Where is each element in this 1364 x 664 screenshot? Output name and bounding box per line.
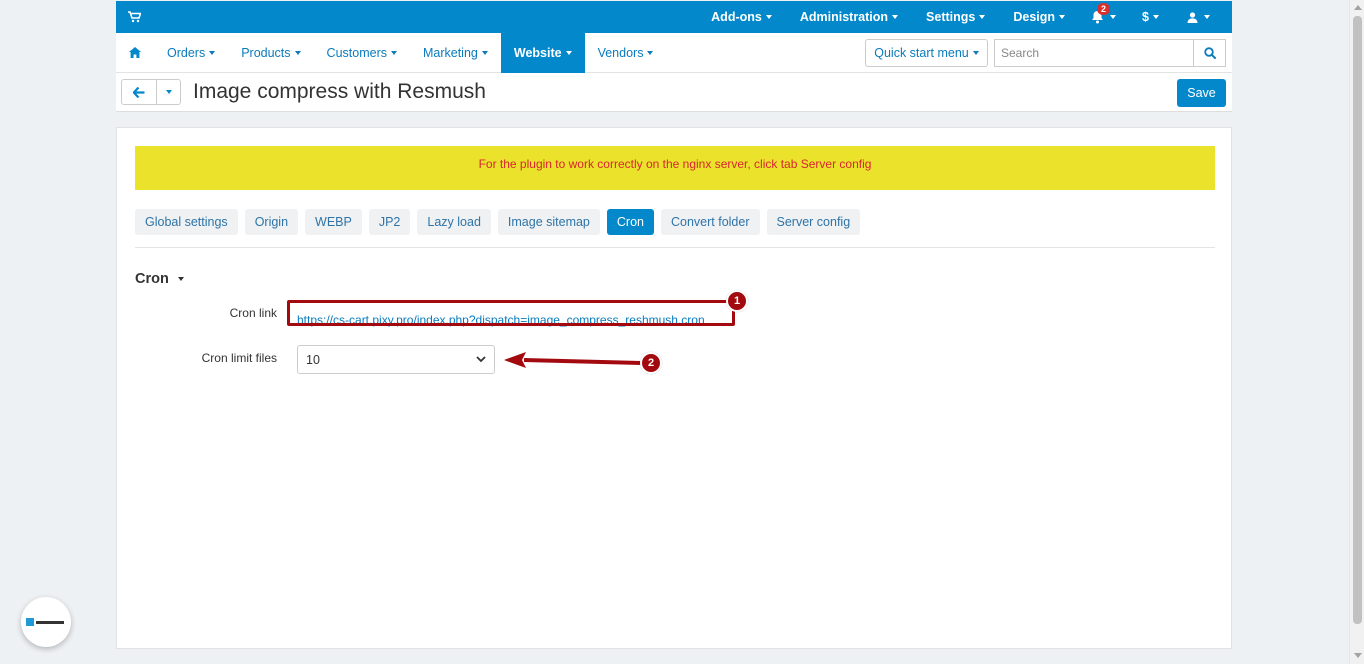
cron-link-label: Cron link: [229, 306, 277, 320]
save-button[interactable]: Save: [1177, 79, 1226, 107]
caret-down-icon: [1153, 15, 1159, 19]
tab-image-sitemap[interactable]: Image sitemap: [497, 209, 600, 235]
scroll-thumb[interactable]: [1353, 16, 1362, 624]
caret-down-icon: [979, 15, 986, 19]
caret-down-icon: [1059, 15, 1066, 19]
tabs-divider: [135, 247, 1215, 248]
settings-tabs: Global settings Origin WEBP JP2 Lazy loa…: [135, 209, 861, 235]
caret-down-icon: [1110, 15, 1117, 19]
tab-webp[interactable]: WEBP: [305, 209, 362, 235]
page-scrollbar[interactable]: [1349, 0, 1364, 664]
quick-start-menu-button[interactable]: Quick start menu: [865, 39, 988, 67]
user-icon: [1187, 11, 1198, 23]
annotation-arrow-icon: [504, 352, 643, 368]
menu-settings[interactable]: Settings: [912, 1, 999, 33]
nav-vendors[interactable]: Vendors: [585, 33, 667, 73]
main-navbar: Orders Products Customers Marketing Webs…: [116, 32, 1232, 73]
search-icon: [1203, 47, 1216, 59]
caret-down-icon: [1204, 15, 1210, 19]
annotation-marker-2: 2: [640, 352, 662, 374]
nav-website[interactable]: Website: [500, 32, 585, 73]
cron-limit-files-select[interactable]: 10: [297, 345, 495, 374]
currency-menu[interactable]: $: [1128, 1, 1173, 33]
caret-down-icon: [972, 51, 979, 55]
scroll-up-icon[interactable]: [1354, 5, 1362, 10]
highlight-box: [287, 300, 735, 326]
back-button[interactable]: [121, 79, 157, 105]
chevron-down-icon: [476, 356, 486, 363]
top-bar: Add-ons Administration Settings Design 2…: [116, 1, 1232, 33]
nav-products[interactable]: Products: [228, 33, 313, 73]
caret-down-icon: [765, 15, 772, 19]
tab-lazy-load[interactable]: Lazy load: [417, 209, 491, 235]
menu-design[interactable]: Design: [999, 1, 1079, 33]
user-menu[interactable]: [1173, 1, 1232, 33]
caret-down-icon: [565, 50, 572, 55]
notification-badge: 2: [1097, 3, 1111, 15]
cart-icon[interactable]: [116, 1, 152, 33]
cron-section-toggle[interactable]: Cron: [135, 271, 184, 287]
caret-down-icon: [209, 50, 216, 55]
chat-widget-button[interactable]: [21, 597, 71, 647]
content-panel: For the plugin to work correctly on the …: [116, 127, 1232, 649]
tab-origin[interactable]: Origin: [244, 209, 299, 235]
arrow-left-icon: [133, 86, 145, 98]
nav-customers[interactable]: Customers: [314, 33, 410, 73]
menu-add-ons[interactable]: Add-ons: [697, 1, 786, 33]
search-input[interactable]: [994, 39, 1193, 67]
page-header: Image compress with Resmush Save: [116, 73, 1232, 112]
tab-convert-folder[interactable]: Convert folder: [660, 209, 760, 235]
tab-global-settings[interactable]: Global settings: [135, 209, 238, 235]
caret-down-icon: [390, 50, 397, 55]
caret-down-icon: [481, 50, 488, 55]
annotation-marker-1: 1: [726, 290, 748, 312]
search-button[interactable]: [1193, 39, 1226, 67]
menu-administration[interactable]: Administration: [786, 1, 912, 33]
caret-down-icon: [892, 15, 899, 19]
tab-cron[interactable]: Cron: [606, 209, 654, 235]
nav-marketing[interactable]: Marketing: [410, 33, 501, 73]
history-dropdown-button[interactable]: [157, 79, 181, 105]
caret-down-icon: [647, 50, 654, 55]
nav-orders[interactable]: Orders: [154, 33, 228, 73]
caret-down-icon: [177, 277, 184, 281]
notifications-button[interactable]: 2: [1079, 1, 1128, 33]
home-icon[interactable]: [116, 33, 154, 73]
widget-logo-icon: [26, 618, 66, 626]
tab-server-config[interactable]: Server config: [766, 209, 861, 235]
caret-down-icon: [294, 50, 301, 55]
nginx-notice: For the plugin to work correctly on the …: [135, 146, 1215, 190]
cron-limit-files-label: Cron limit files: [201, 351, 277, 365]
tab-jp2[interactable]: JP2: [368, 209, 411, 235]
caret-down-icon: [165, 90, 172, 94]
scroll-down-icon[interactable]: [1354, 653, 1362, 658]
search-group: [994, 39, 1226, 67]
page-title: Image compress with Resmush: [193, 80, 486, 103]
